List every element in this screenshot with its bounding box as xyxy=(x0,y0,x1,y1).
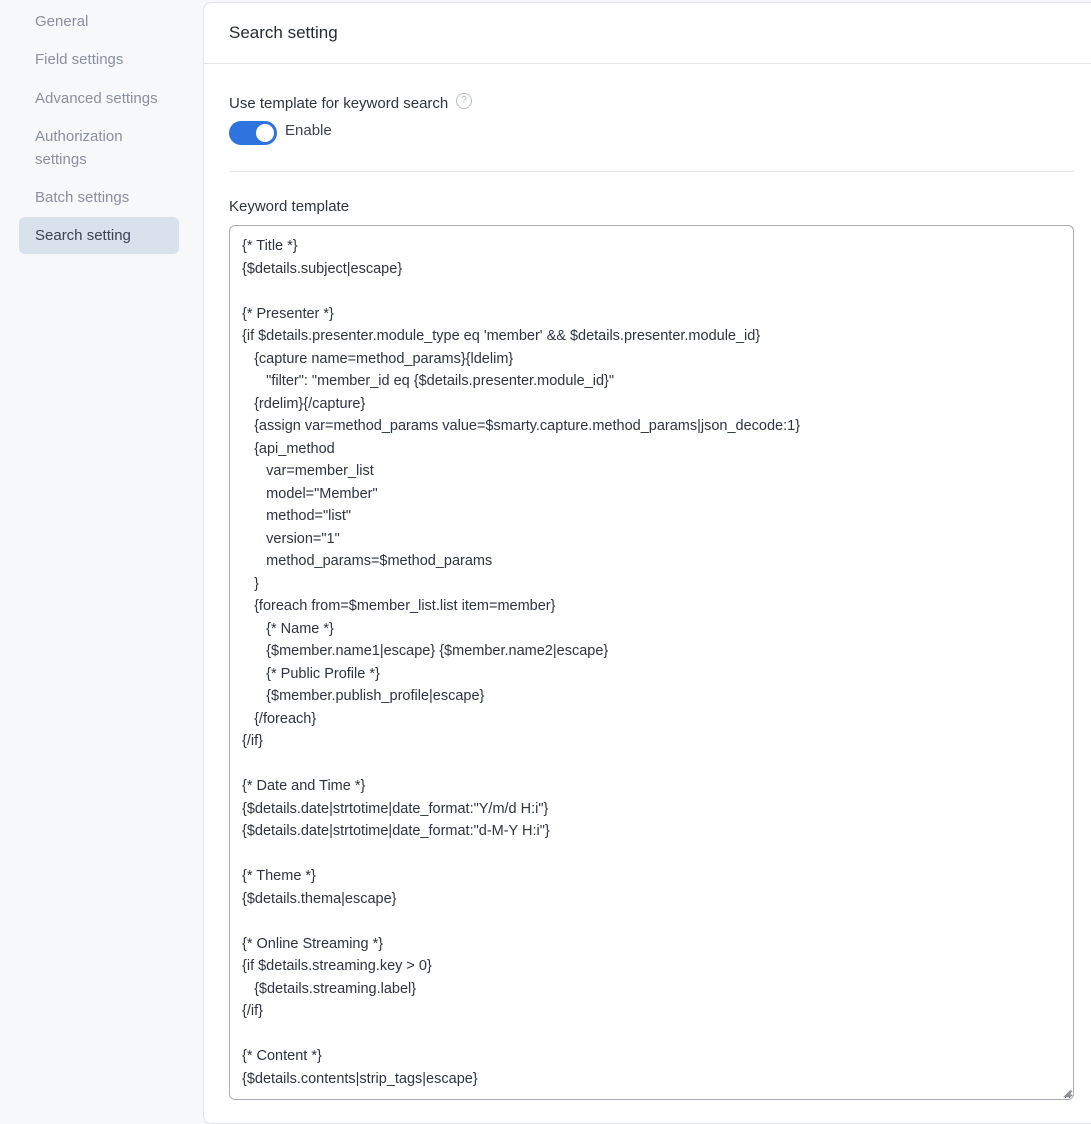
section-divider xyxy=(229,171,1074,172)
question-circle-icon[interactable]: ? xyxy=(456,93,472,109)
sidebar-item-search-setting[interactable]: Search setting xyxy=(19,217,179,254)
search-setting-panel: Search setting Use template for keyword … xyxy=(203,2,1091,1124)
use-template-label: Use template for keyword search xyxy=(229,95,449,112)
resize-handle-icon[interactable]: ◢ xyxy=(1063,1089,1073,1099)
settings-sidebar: General Field settings Advanced settings… xyxy=(0,0,200,1106)
panel-title: Search setting xyxy=(204,3,1091,64)
sidebar-item-general[interactable]: General xyxy=(19,10,179,33)
sidebar-item-advanced-settings[interactable]: Advanced settings xyxy=(19,87,179,110)
sidebar-item-authorization-settings[interactable]: Authorization settings xyxy=(19,125,159,171)
enable-toggle-label: Enable xyxy=(285,122,332,139)
keyword-template-textarea[interactable]: {* Title *} {$details.subject|escape} {*… xyxy=(229,225,1074,1100)
sidebar-item-field-settings[interactable]: Field settings xyxy=(19,48,179,71)
toggle-knob xyxy=(256,124,274,142)
keyword-template-label: Keyword template xyxy=(229,198,350,215)
sidebar-item-batch-settings[interactable]: Batch settings xyxy=(19,186,179,209)
enable-toggle[interactable] xyxy=(229,121,277,145)
